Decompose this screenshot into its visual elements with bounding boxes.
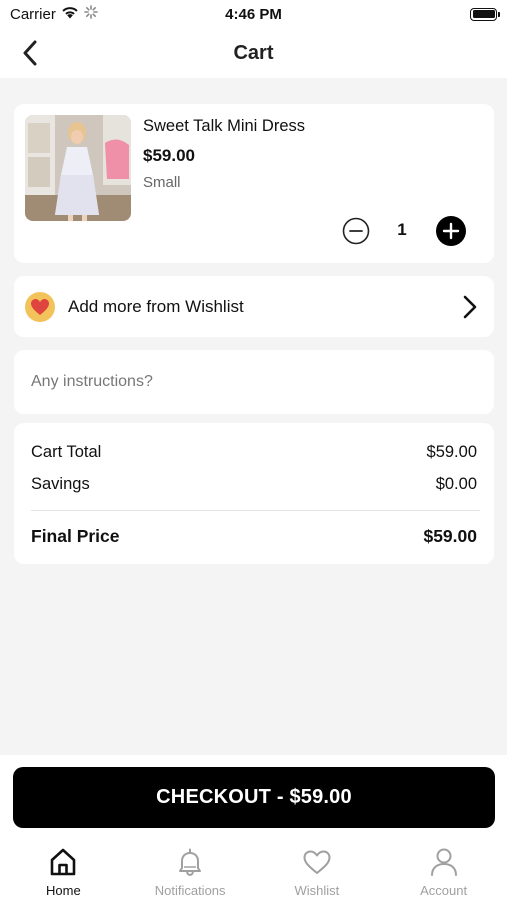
price-summary-card: Cart Total $59.00 Savings $0.00 Final Pr… [14, 423, 494, 564]
tab-wishlist-label: Wishlist [294, 883, 340, 898]
plus-circle-filled-icon [436, 216, 466, 246]
tab-account-label: Account [420, 883, 468, 898]
user-icon [430, 848, 457, 876]
chevron-right-icon [461, 294, 479, 320]
cart-total-row: Cart Total $59.00 [31, 443, 477, 462]
wishlist-label: Add more from Wishlist [68, 297, 244, 316]
status-time: 4:46 PM [225, 5, 282, 23]
tab-account[interactable]: Account [380, 837, 507, 900]
home-icon [51, 848, 76, 876]
add-from-wishlist-row[interactable]: Add more from Wishlist [14, 276, 494, 337]
product-price: $59.00 [143, 146, 195, 165]
cart-total-value: $59.00 [426, 443, 477, 461]
final-price-value: $59.00 [423, 526, 477, 546]
quantity-value: 1 [397, 220, 407, 239]
savings-row: Savings $0.00 [31, 475, 477, 494]
checkout-button[interactable]: CHECKOUT - $59.00 [13, 767, 495, 828]
page-title: Cart [233, 41, 274, 64]
chevron-left-icon [23, 40, 37, 66]
instructions-input[interactable] [31, 350, 481, 414]
heart-outline-icon [303, 850, 331, 874]
heart-icon [25, 292, 55, 322]
savings-label: Savings [31, 475, 90, 493]
final-price-row: Final Price $59.00 [31, 526, 477, 547]
status-right [470, 7, 500, 21]
nav-bar: Cart [0, 28, 507, 78]
battery-icon [470, 7, 500, 21]
bottom-tab-bar: Home Notifications Wishlist Account [0, 837, 507, 900]
minus-circle-icon [342, 217, 370, 245]
instructions-card [14, 350, 494, 414]
tab-notifications-label: Notifications [154, 883, 226, 898]
tab-wishlist[interactable]: Wishlist [254, 837, 381, 900]
tab-home-label: Home [46, 883, 81, 898]
tab-notifications[interactable]: Notifications [127, 837, 254, 900]
product-image[interactable] [25, 115, 131, 221]
final-price-label: Final Price [31, 526, 120, 546]
summary-divider [31, 510, 480, 511]
battery-level [472, 10, 495, 18]
status-bar: Carrier 4:46 PM [0, 0, 507, 28]
back-button[interactable] [22, 38, 48, 68]
product-size: Small [143, 174, 181, 191]
cart-total-label: Cart Total [31, 443, 102, 461]
decrease-quantity-button[interactable] [342, 217, 370, 245]
tab-home[interactable]: Home [0, 837, 127, 900]
product-name[interactable]: Sweet Talk Mini Dress [143, 117, 305, 136]
savings-value: $0.00 [435, 475, 477, 493]
increase-quantity-button[interactable] [436, 216, 466, 246]
cart-item-card: Sweet Talk Mini Dress $59.00 Small 1 [14, 104, 494, 263]
bell-icon [179, 848, 202, 877]
